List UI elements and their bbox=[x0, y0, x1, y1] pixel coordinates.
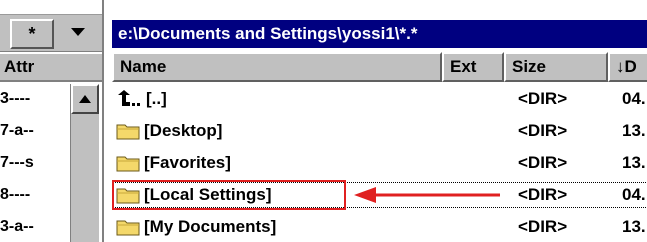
file-name-cell: [My Documents] bbox=[116, 212, 276, 242]
file-size: <DIR> bbox=[518, 121, 568, 140]
red-arrow-icon bbox=[354, 187, 500, 203]
file-size: <DIR> bbox=[518, 89, 568, 108]
attr-cell: 7---s bbox=[0, 148, 62, 178]
attr-value: 7---s bbox=[0, 154, 34, 171]
ext-header-label: Ext bbox=[450, 57, 477, 76]
file-date-cell: 04. bbox=[622, 180, 646, 210]
folder-icon bbox=[116, 124, 140, 140]
attr-value: 3---- bbox=[0, 90, 31, 107]
attr-header-label: Attr bbox=[4, 57, 35, 76]
file-name: [Desktop] bbox=[144, 121, 223, 140]
attr-cell: 8---- bbox=[0, 180, 62, 210]
attr-cell: 3---- bbox=[0, 84, 62, 114]
attr-value: 3-a-- bbox=[0, 218, 34, 235]
date-column-header[interactable]: ↓D bbox=[608, 52, 647, 82]
attr-cell: 3-a-- bbox=[0, 212, 62, 242]
star-filter-button[interactable]: * bbox=[10, 19, 54, 49]
file-name: [Favorites] bbox=[144, 153, 231, 172]
file-list-panel: e:\Documents and Settings\yossi1\*.* Nam… bbox=[106, 0, 647, 242]
attr-value: 8---- bbox=[0, 186, 31, 203]
dropdown-button[interactable] bbox=[62, 19, 94, 45]
scroll-up-button[interactable] bbox=[71, 84, 99, 114]
file-name: [..] bbox=[146, 89, 167, 108]
scroll-up-arrow-icon bbox=[79, 95, 91, 103]
current-path: e:\Documents and Settings\yossi1\*.* bbox=[118, 24, 418, 43]
file-row[interactable]: [..] <DIR> 04. bbox=[112, 84, 647, 114]
file-size: <DIR> bbox=[518, 217, 568, 236]
file-name-cell: [Local Settings] bbox=[116, 180, 272, 210]
file-name-cell: [Favorites] bbox=[116, 148, 231, 178]
file-size: <DIR> bbox=[518, 153, 568, 172]
file-date-cell: 13. bbox=[622, 148, 646, 178]
name-column-header[interactable]: Name bbox=[112, 52, 442, 82]
file-size-cell: <DIR> bbox=[518, 116, 567, 146]
file-date-cell: 13. bbox=[622, 212, 646, 242]
file-date: 13. bbox=[622, 153, 646, 172]
up-directory-icon bbox=[118, 90, 140, 106]
file-date: 13. bbox=[622, 217, 646, 236]
path-bar[interactable]: e:\Documents and Settings\yossi1\*.* bbox=[112, 20, 647, 48]
name-header-label: Name bbox=[120, 57, 167, 76]
file-row[interactable]: [My Documents] <DIR> 13. bbox=[112, 212, 647, 242]
ext-column-header[interactable]: Ext bbox=[442, 52, 504, 82]
file-size-cell: <DIR> bbox=[518, 148, 567, 178]
file-row-selected[interactable]: [Local Settings] <DIR> 04. bbox=[112, 180, 647, 210]
size-header-label: Size bbox=[512, 57, 547, 76]
star-label: * bbox=[28, 23, 36, 44]
size-column-header[interactable]: Size bbox=[504, 52, 608, 82]
attr-column-header[interactable]: Attr bbox=[0, 52, 102, 82]
folder-icon bbox=[116, 156, 140, 172]
folder-icon bbox=[116, 220, 140, 236]
file-date-cell: 04. bbox=[622, 84, 646, 114]
left-panel: * Attr 3---- 7-a-- 7---s 8---- 3-a-- bbox=[0, 0, 104, 242]
file-size-cell: <DIR> bbox=[518, 212, 567, 242]
dropdown-arrow-icon bbox=[71, 28, 85, 36]
file-name: [My Documents] bbox=[144, 217, 277, 236]
file-name-cell: [..] bbox=[116, 84, 167, 114]
attr-value: 7-a-- bbox=[0, 122, 34, 139]
file-size-cell: <DIR> bbox=[518, 84, 567, 114]
file-date: 04. bbox=[622, 89, 646, 108]
file-row[interactable]: [Desktop] <DIR> 13. bbox=[112, 116, 647, 146]
file-size: <DIR> bbox=[518, 185, 568, 204]
file-date: 04. bbox=[622, 185, 646, 204]
left-top-strip bbox=[0, 0, 102, 10]
left-toolbar: * bbox=[0, 14, 102, 52]
file-name-cell: [Desktop] bbox=[116, 116, 222, 146]
attr-cell: 7-a-- bbox=[0, 116, 62, 146]
file-name: [Local Settings] bbox=[144, 185, 272, 204]
date-header-label: ↓D bbox=[616, 57, 637, 76]
file-date: 13. bbox=[622, 121, 646, 140]
file-size-cell: <DIR> bbox=[518, 180, 567, 210]
file-date-cell: 13. bbox=[622, 116, 646, 146]
folder-icon bbox=[116, 188, 140, 204]
vertical-scrollbar[interactable] bbox=[70, 84, 99, 242]
file-row[interactable]: [Favorites] <DIR> 13. bbox=[112, 148, 647, 178]
